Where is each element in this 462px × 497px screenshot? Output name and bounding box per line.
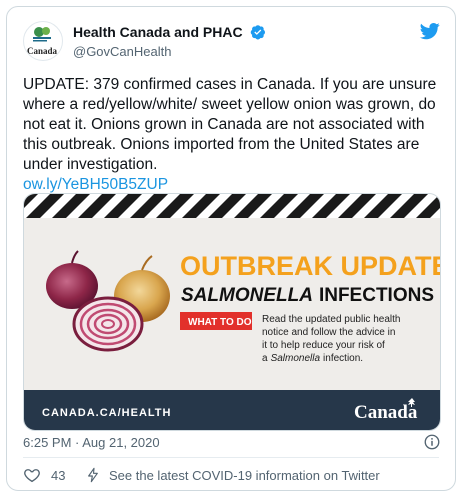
what-to-do-label: WHAT TO DO (188, 317, 252, 328)
tweet-text-block: UPDATE: 379 confirmed cases in Canada. I… (23, 75, 443, 195)
media-heading: OUTBREAK UPDATE (180, 251, 441, 281)
media-body-line-2: notice and follow the advice in (262, 327, 395, 338)
media-body-line-4-prefix: a (262, 353, 268, 364)
media-footer-url: CANADA.CA/HEALTH (42, 407, 171, 419)
media-body-line-3: it to help reduce your risk of (262, 340, 385, 351)
divider (23, 457, 439, 458)
like-count: 43 (51, 468, 66, 483)
covid-info-link[interactable]: See the latest COVID-19 information on T… (109, 468, 380, 483)
avatar[interactable]: Canada (23, 21, 63, 61)
outbreak-graphic: OUTBREAK UPDATE SALMONELLA INFECTIONS WHA… (24, 194, 441, 430)
tweet-link[interactable]: ow.ly/YeBH50B5ZUP (23, 175, 443, 195)
lightning-bolt-icon (88, 467, 98, 483)
media-subheading-italic: SALMONELLA (181, 285, 313, 306)
tweet-card: Canada Health Canada and PHAC @GovCanHea… (6, 6, 456, 491)
twitter-bird-icon[interactable] (419, 21, 441, 41)
handle[interactable]: @GovCanHealth (73, 44, 266, 59)
verified-badge-icon (250, 24, 266, 40)
tweet-text: UPDATE: 379 confirmed cases in Canada. I… (23, 76, 437, 173)
media-body-line-4: a Salmonella infection. (262, 353, 363, 364)
info-icon[interactable] (423, 433, 441, 451)
media-subheading: SALMONELLA INFECTIONS (181, 285, 434, 306)
media-body-line-4-suffix: infection. (323, 353, 363, 364)
media-subheading-rest: INFECTIONS (319, 285, 434, 306)
media-body-line-4-italic: Salmonella (271, 353, 321, 364)
heart-icon[interactable] (23, 466, 41, 484)
tweet-media-image[interactable]: OUTBREAK UPDATE SALMONELLA INFECTIONS WHA… (23, 193, 441, 431)
avatar-wordmark: Canada (27, 46, 58, 56)
display-name[interactable]: Health Canada and PHAC (73, 24, 243, 40)
hazard-stripe (24, 194, 440, 218)
tweet-header: Canada Health Canada and PHAC @GovCanHea… (23, 21, 441, 65)
tweet-timestamp[interactable]: 6:25 PM · Aug 21, 2020 (23, 435, 160, 450)
author-names: Health Canada and PHAC @GovCanHealth (73, 23, 266, 59)
media-body-line-1: Read the updated public health (262, 314, 400, 325)
media-footer-wordmark: Canada (354, 402, 418, 423)
